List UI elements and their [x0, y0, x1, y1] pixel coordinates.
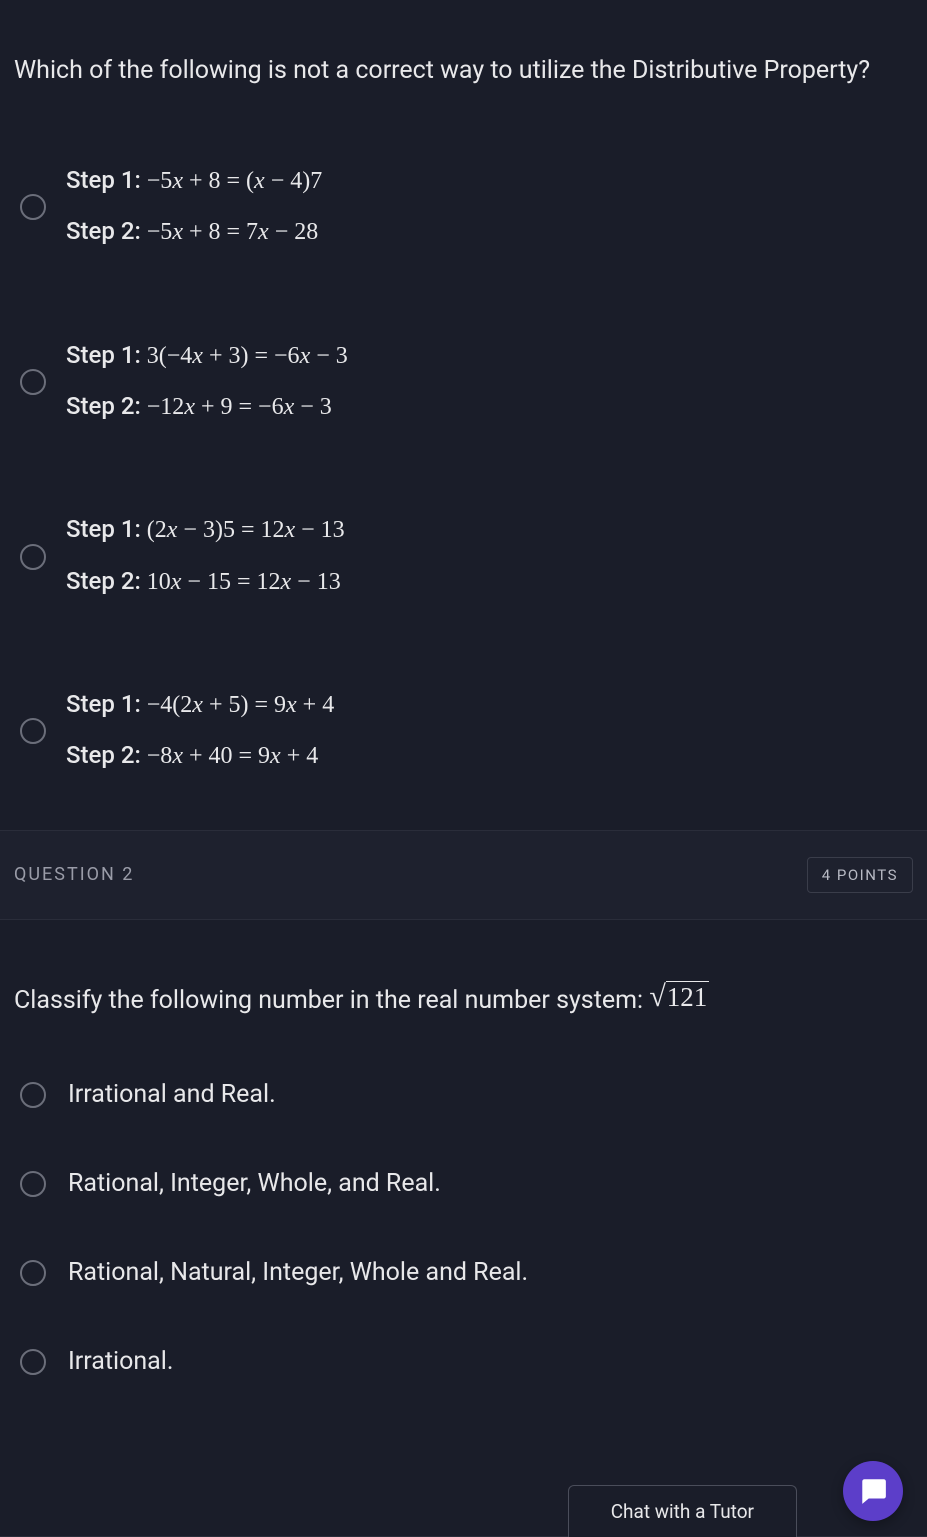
- question-1-body: Which of the following is not a correct …: [0, 0, 927, 830]
- sqrt-expression: √121: [649, 982, 709, 1012]
- q2-option-2[interactable]: Rational, Integer, Whole, and Real.: [20, 1169, 913, 1198]
- q2-option-4[interactable]: Irrational.: [20, 1347, 913, 1376]
- radio-icon[interactable]: [20, 718, 46, 744]
- q2-option-3[interactable]: Rational, Natural, Integer, Whole and Re…: [20, 1258, 913, 1287]
- question-2-header: QUESTION 2 4 POINTS: [0, 830, 927, 920]
- radio-icon[interactable]: [20, 1082, 46, 1108]
- q1-option-4-text: Step 1: −4(2x + 5) = 9x + 4 Step 2: −8x …: [66, 679, 334, 782]
- question-2-body: Classify the following number in the rea…: [0, 920, 927, 1416]
- q2-option-3-text: Rational, Natural, Integer, Whole and Re…: [68, 1258, 528, 1287]
- question-2-options: Irrational and Real. Rational, Integer, …: [14, 1080, 913, 1376]
- chat-launcher-button[interactable]: [843, 1461, 903, 1521]
- q1-option-3[interactable]: Step 1: (2x − 3)5 = 12x − 13 Step 2: 10x…: [20, 504, 913, 607]
- question-1-prompt: Which of the following is not a correct …: [14, 52, 913, 91]
- q2-option-2-text: Rational, Integer, Whole, and Real.: [68, 1169, 441, 1198]
- q1-option-2-text: Step 1: 3(−4x + 3) = −6x − 3 Step 2: −12…: [66, 330, 348, 433]
- q2-option-4-text: Irrational.: [68, 1347, 173, 1376]
- chat-with-tutor-button[interactable]: Chat with a Tutor: [568, 1485, 797, 1537]
- chat-bubble-icon: [858, 1476, 888, 1506]
- radio-icon[interactable]: [20, 1260, 46, 1286]
- q1-option-4[interactable]: Step 1: −4(2x + 5) = 9x + 4 Step 2: −8x …: [20, 679, 913, 782]
- question-2-title: QUESTION 2: [14, 864, 134, 885]
- radio-icon[interactable]: [20, 369, 46, 395]
- points-badge: 4 POINTS: [807, 857, 913, 893]
- radio-icon[interactable]: [20, 544, 46, 570]
- q1-option-3-text: Step 1: (2x − 3)5 = 12x − 13 Step 2: 10x…: [66, 504, 345, 607]
- question-2-prompt: Classify the following number in the rea…: [14, 978, 913, 1020]
- q2-option-1-text: Irrational and Real.: [68, 1080, 276, 1109]
- radio-icon[interactable]: [20, 1171, 46, 1197]
- q1-option-1[interactable]: Step 1: −5x + 8 = (x − 4)7 Step 2: −5x +…: [20, 155, 913, 258]
- radio-icon[interactable]: [20, 1349, 46, 1375]
- radio-icon[interactable]: [20, 194, 46, 220]
- question-1-options: Step 1: −5x + 8 = (x − 4)7 Step 2: −5x +…: [14, 155, 913, 782]
- q2-option-1[interactable]: Irrational and Real.: [20, 1080, 913, 1109]
- q1-option-1-text: Step 1: −5x + 8 = (x − 4)7 Step 2: −5x +…: [66, 155, 322, 258]
- q1-option-2[interactable]: Step 1: 3(−4x + 3) = −6x − 3 Step 2: −12…: [20, 330, 913, 433]
